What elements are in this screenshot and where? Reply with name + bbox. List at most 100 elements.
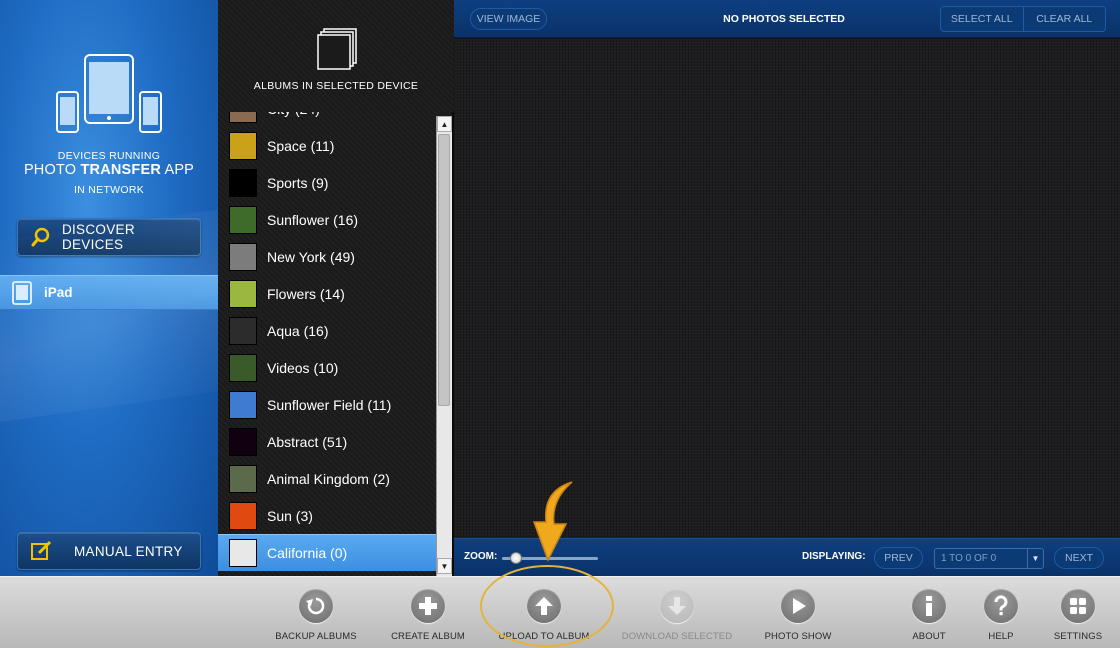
device-item-ipad[interactable]: iPad [0,275,218,310]
bottom-toolbar: BACKUP ALBUMS CREATE ALBUM UPLOAD TO ALB… [0,576,1120,648]
displaying-label: DISPLAYING: [802,551,866,562]
about-button[interactable]: ABOUT [900,577,958,648]
page-range-select[interactable]: 1 TO 0 OF 0 ▼ [934,548,1044,569]
settings-label: SETTINGS [1053,631,1103,642]
album-item[interactable]: Sunflower Field (11) [218,386,436,423]
discover-devices-label: DISCOVER DEVICES [61,222,135,252]
scroll-up-arrow-icon[interactable]: ▲ [437,116,452,132]
backup-albums-label: BACKUP ALBUMS [275,631,357,642]
album-thumbnail [229,279,257,308]
zoom-slider-knob[interactable] [510,552,523,564]
photo-show-button[interactable]: PHOTO SHOW [752,577,844,648]
album-name: Sunflower (16) [267,211,359,228]
backup-icon [306,597,325,615]
album-scrollbar[interactable]: ▲ ▼ [436,116,452,576]
photo-view-topbar: VIEW IMAGE NO PHOTOS SELECTED SELECT ALL… [454,0,1120,38]
album-thumbnail [229,539,257,567]
select-all-button[interactable]: SELECT ALL [941,7,1023,31]
scrollbar-thumb[interactable] [438,134,450,406]
album-thumbnail [229,464,257,493]
clear-all-button[interactable]: CLEAR ALL [1022,7,1106,31]
album-thumbnail [229,242,257,271]
zoom-label: ZOOM: [464,551,498,562]
tablet-icon [12,280,32,305]
settings-button[interactable]: SETTINGS [1046,577,1110,648]
album-name: Flowers (14) [267,285,345,302]
sidebar-caption-appname: PHOTO TRANSFER APP [23,162,195,178]
photo-grid-area[interactable] [454,39,1120,538]
prev-page-button[interactable]: PREV [874,547,923,569]
about-label: ABOUT [912,631,946,642]
album-name: Sports (9) [267,174,329,191]
edit-icon [31,540,52,560]
album-name: Space (11) [267,137,335,154]
question-icon [994,595,1008,616]
next-page-button[interactable]: NEXT [1054,547,1104,569]
manual-entry-button[interactable]: MANUAL ENTRY [17,532,201,570]
download-selected-button[interactable]: DOWNLOAD SELECTED [620,577,734,648]
selection-status: NO PHOTOS SELECTED [723,13,845,25]
album-name: Animal Kingdom (2) [267,470,390,487]
discover-devices-button[interactable]: DISCOVER DEVICES [17,218,201,256]
selection-button-group: SELECT ALL CLEAR ALL [940,6,1106,32]
photo-show-label: PHOTO SHOW [764,631,832,642]
plus-icon [419,597,437,615]
album-name: Abstract (51) [267,433,348,450]
sidebar-caption-line3: IN NETWORK [73,184,145,196]
device-sidebar: DEVICES RUNNING PHOTO TRANSFER APP IN NE… [0,0,218,576]
album-item[interactable]: Sun (3) [218,497,436,534]
create-album-button[interactable]: CREATE ALBUM [380,577,476,648]
album-item[interactable]: New York (49) [218,238,436,275]
album-thumbnail [229,112,257,123]
album-item[interactable]: Abstract (51) [218,423,436,460]
sidebar-caption-line1: DEVICES RUNNING [57,150,161,162]
album-thumbnail [229,205,257,234]
backup-albums-button[interactable]: BACKUP ALBUMS [268,577,364,648]
create-album-label: CREATE ALBUM [391,631,465,642]
album-name: California (0) [267,545,348,561]
download-arrow-icon [668,597,686,615]
search-icon [31,227,50,247]
album-thumbnail [229,427,257,456]
album-item[interactable]: Sports (9) [218,164,436,201]
album-thumbnail [229,168,257,197]
device-name: iPad [44,285,73,300]
album-panel-title: ALBUMS IN SELECTED DEVICE [253,80,419,92]
download-selected-label: DOWNLOAD SELECTED [621,631,733,642]
album-name: City (24) [267,112,320,117]
manual-entry-label: MANUAL ENTRY [74,543,183,559]
album-name: New York (49) [267,248,355,265]
album-name: Sun (3) [267,507,313,524]
photo-view-bottombar: ZOOM: DISPLAYING: PREV 1 TO 0 OF 0 ▼ NEX… [454,538,1120,576]
upload-to-album-label: UPLOAD TO ALBUM [498,631,590,642]
album-item[interactable]: Space (11) [218,127,436,164]
help-button[interactable]: HELP [972,577,1030,648]
album-item[interactable]: Aqua (16) [218,312,436,349]
devices-icon [56,54,162,133]
chevron-down-icon: ▼ [1027,549,1043,568]
album-name: Aqua (16) [267,322,329,339]
info-icon [926,596,932,616]
album-list: City (24) Space (11) Sports (9) Sunflower (… [218,112,436,576]
view-image-button[interactable]: VIEW IMAGE [470,8,547,30]
play-icon [793,598,806,614]
grid-icon [1070,598,1086,614]
album-panel-header: ALBUMS IN SELECTED DEVICE [218,0,454,112]
album-thumbnail [229,501,257,530]
album-item[interactable]: Videos (10) [218,349,436,386]
album-name: Videos (10) [267,359,339,376]
album-item[interactable]: Animal Kingdom (2) [218,460,436,497]
album-panel: ALBUMS IN SELECTED DEVICE City (24) Space… [218,0,454,576]
upload-arrow-icon [535,597,553,615]
album-name: Sunflower Field (11) [267,396,392,413]
album-item[interactable]: Flowers (14) [218,275,436,312]
upload-to-album-button[interactable]: UPLOAD TO ALBUM [492,577,596,648]
album-thumbnail [229,131,257,160]
albums-stack-icon [317,28,357,70]
help-label: HELP [988,631,1014,642]
album-item[interactable]: California (0) [218,534,436,571]
album-item[interactable]: City (24) [218,112,436,127]
album-item[interactable]: Sunflower (16) [218,201,436,238]
album-thumbnail [229,353,257,382]
scroll-down-arrow-icon[interactable]: ▼ [437,558,452,574]
